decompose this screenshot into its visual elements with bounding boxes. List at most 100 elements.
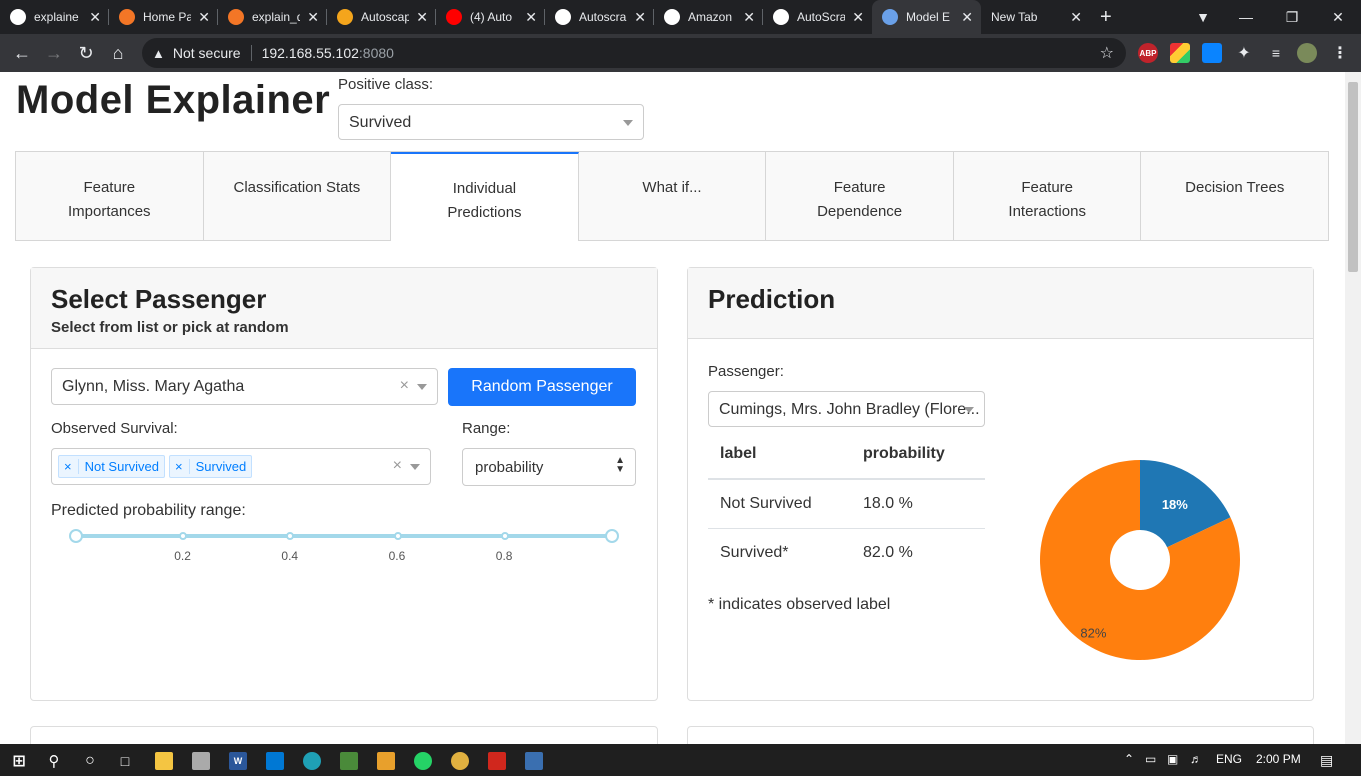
- cortana-icon[interactable]: ○: [81, 752, 99, 770]
- close-tab-icon[interactable]: ✕: [416, 9, 428, 26]
- tray-chevron-icon[interactable]: ⌃: [1124, 752, 1134, 766]
- omnibox[interactable]: ▲ Not secure 192.168.55.102:8080 ☆: [142, 38, 1126, 68]
- tab-feature-dependence[interactable]: Feature Dependence: [766, 152, 954, 240]
- notebook-icon: [337, 9, 353, 25]
- menu-dots-icon[interactable]: ⋮: [1330, 43, 1350, 63]
- language-indicator[interactable]: ENG: [1216, 752, 1242, 766]
- close-window-icon[interactable]: ✕: [1315, 0, 1361, 34]
- chip-remove-icon[interactable]: ×: [175, 459, 190, 474]
- sublime-icon[interactable]: [377, 752, 395, 770]
- extensions-puzzle-icon[interactable]: ✦: [1234, 43, 1254, 63]
- chip-survived[interactable]: × Survived: [169, 455, 253, 478]
- whatsapp-icon[interactable]: [414, 752, 432, 770]
- clear-icon[interactable]: ×: [400, 377, 409, 395]
- windows-start-icon[interactable]: ⊞: [10, 752, 28, 770]
- task-view-icon[interactable]: □: [116, 752, 134, 770]
- table-row: Survived* 82.0 %: [708, 528, 985, 577]
- notifications-icon[interactable]: ▤: [1320, 752, 1333, 769]
- close-tab-icon[interactable]: ✕: [198, 9, 210, 26]
- forward-icon[interactable]: →: [38, 43, 70, 64]
- clock[interactable]: 2:00 PM: [1256, 752, 1301, 766]
- omnibox-divider: [250, 45, 252, 61]
- close-tab-icon[interactable]: ✕: [89, 9, 101, 26]
- passenger-select[interactable]: Glynn, Miss. Mary Agatha ×: [51, 368, 438, 405]
- browser-tab[interactable]: (4) Auto ✕: [436, 0, 545, 34]
- store-icon[interactable]: [192, 752, 210, 770]
- browser-tab[interactable]: explain_d ✕: [218, 0, 327, 34]
- range-select[interactable]: probability ▲ ▼: [462, 448, 636, 486]
- browser-tab-title: New Tab: [991, 10, 1038, 24]
- chrome-icon[interactable]: [451, 752, 469, 770]
- profile-avatar[interactable]: [1297, 43, 1317, 63]
- github-icon: [773, 9, 789, 25]
- browser-tab[interactable]: AutoScra ✕: [763, 0, 872, 34]
- slider-handle-min[interactable]: [69, 529, 83, 543]
- home-icon[interactable]: ⌂: [102, 43, 134, 64]
- file-explorer-icon[interactable]: [155, 752, 173, 770]
- color-extension-icon[interactable]: [1170, 43, 1190, 63]
- probability-slider-track[interactable]: [76, 534, 612, 538]
- chip-remove-icon[interactable]: ×: [64, 459, 79, 474]
- photos-icon[interactable]: [340, 752, 358, 770]
- search-icon[interactable]: ⚲: [45, 752, 63, 770]
- close-tab-icon[interactable]: ✕: [743, 9, 755, 26]
- observed-survival-multiselect[interactable]: × Not Survived × Survived ×: [51, 448, 431, 485]
- volume-icon[interactable]: ♬: [1190, 752, 1202, 766]
- new-tab-button[interactable]: +: [1100, 6, 1112, 29]
- browser-tab[interactable]: Model E ✕: [872, 0, 981, 34]
- browser-tab-strip: explaine ✕ Home Pa ✕ explain_d ✕ Autoscap ✕ (4) …: [0, 0, 1361, 34]
- slider-tick-label: 0.8: [495, 549, 513, 563]
- browser-tab-title: Model E: [906, 10, 951, 24]
- table-cell-probability: 82.0 %: [863, 543, 913, 561]
- powershell-icon[interactable]: [525, 752, 543, 770]
- close-tab-icon[interactable]: ✕: [634, 9, 646, 26]
- chip-label: Not Survived: [84, 459, 160, 474]
- tab-feature-interactions[interactable]: Feature Interactions: [953, 152, 1142, 240]
- close-tab-icon[interactable]: ✕: [525, 9, 537, 26]
- slider-label: Predicted probability range:: [51, 502, 246, 519]
- maximize-icon[interactable]: ❐: [1269, 0, 1315, 34]
- next-card-right: [687, 726, 1314, 744]
- browser-tab[interactable]: New Tab ✕: [981, 0, 1090, 34]
- network-icon[interactable]: ▣: [1167, 752, 1178, 766]
- reading-list-icon[interactable]: ≡: [1266, 43, 1286, 63]
- tab-feature-importances[interactable]: Feature Importances: [16, 152, 204, 240]
- word-icon[interactable]: W: [229, 752, 247, 770]
- acrobat-icon[interactable]: [488, 752, 506, 770]
- bookmark-star-icon[interactable]: ☆: [1100, 43, 1114, 63]
- tab-classification-stats[interactable]: Classification Stats: [203, 152, 392, 240]
- prediction-passenger-select[interactable]: Cumings, Mrs. John Bradley (Flore...: [708, 391, 985, 427]
- browser-tab[interactable]: Home Pa ✕: [109, 0, 218, 34]
- edge-icon[interactable]: [303, 752, 321, 770]
- clear-icon[interactable]: ×: [393, 457, 402, 475]
- page-scrollbar[interactable]: [1345, 72, 1361, 744]
- close-tab-icon[interactable]: ✕: [1070, 9, 1082, 26]
- reload-icon[interactable]: ↻: [70, 43, 102, 64]
- chevron-down-icon: [417, 384, 427, 390]
- close-tab-icon[interactable]: ✕: [852, 9, 864, 26]
- mail-icon[interactable]: [266, 752, 284, 770]
- positive-class-select[interactable]: Survived: [338, 104, 644, 140]
- tab-search-icon[interactable]: ▼: [1180, 0, 1226, 34]
- prediction-table: label probability Not Survived 18.0 % Su…: [708, 429, 985, 577]
- browser-tab[interactable]: explaine ✕: [0, 0, 109, 34]
- tab-what-if[interactable]: What if...: [578, 152, 767, 240]
- chip-not-survived[interactable]: × Not Survived: [58, 455, 166, 478]
- jupyter-x-icon: [228, 9, 244, 25]
- random-passenger-button[interactable]: Random Passenger: [448, 368, 636, 406]
- tab-label: Decision Trees: [1185, 179, 1285, 196]
- tab-individual-predictions[interactable]: Individual Predictions: [391, 152, 579, 241]
- close-tab-icon[interactable]: ✕: [961, 9, 973, 26]
- minimize-icon[interactable]: —: [1223, 0, 1269, 34]
- scrollbar-thumb[interactable]: [1348, 82, 1358, 272]
- browser-tab[interactable]: Autoscap ✕: [327, 0, 436, 34]
- browser-tab[interactable]: Autoscra ✕: [545, 0, 654, 34]
- back-icon[interactable]: ←: [6, 43, 38, 64]
- tab-decision-trees[interactable]: Decision Trees: [1141, 152, 1329, 240]
- browser-tab[interactable]: Amazon ✕: [654, 0, 763, 34]
- close-tab-icon[interactable]: ✕: [307, 9, 319, 26]
- windows-extension-icon[interactable]: [1202, 43, 1222, 63]
- slider-handle-max[interactable]: [605, 529, 619, 543]
- adblock-extension-icon[interactable]: ABP: [1138, 43, 1158, 63]
- battery-icon[interactable]: ▭: [1145, 752, 1156, 766]
